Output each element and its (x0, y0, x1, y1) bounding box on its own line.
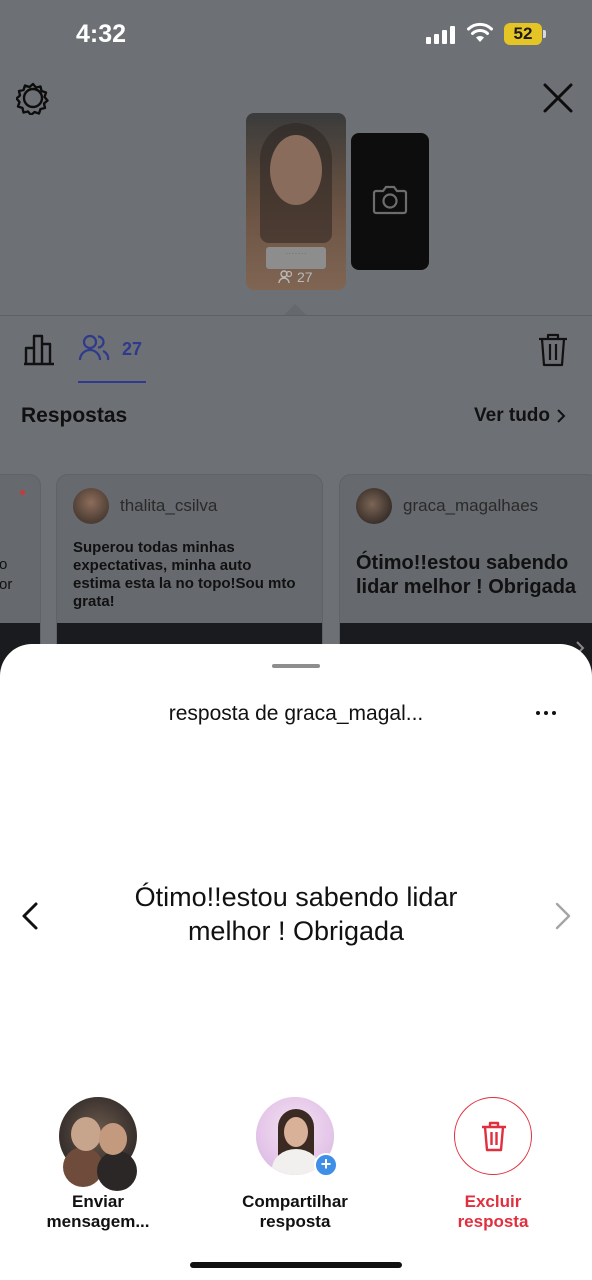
question-sticker: · · · · · · · (266, 247, 326, 269)
send-message-button[interactable]: Enviar mensagem... (18, 1097, 178, 1232)
people-icon (78, 334, 110, 361)
chevron-right-icon[interactable] (553, 901, 573, 931)
answer-bottom-sheet: resposta de graca_magal... Ótimo!!estou … (0, 644, 592, 1280)
avatar (356, 488, 392, 524)
delete-answer-label: Excluir resposta (457, 1192, 529, 1231)
avatar (73, 488, 109, 524)
battery-level: 52 (504, 23, 542, 45)
more-icon[interactable] (536, 711, 556, 715)
camera-icon (372, 185, 408, 215)
gear-icon[interactable] (16, 81, 50, 115)
answer-text: Ótimo!!estou sabendo lidar melhor ! Obri… (356, 552, 577, 598)
tab-viewers[interactable]: 27 (78, 333, 146, 383)
delete-answer-button[interactable]: Excluir resposta (413, 1097, 573, 1232)
plus-icon: + (314, 1153, 338, 1177)
avatar: + (256, 1097, 338, 1177)
chevron-left-icon[interactable] (20, 901, 40, 931)
answers-title: Respostas (21, 404, 128, 427)
camera-card[interactable] (351, 133, 429, 270)
story-viewers-count: 27 (297, 269, 313, 285)
chevron-right-icon (557, 409, 566, 423)
see-all-label: Ver tudo (474, 405, 551, 426)
close-icon[interactable] (542, 82, 574, 114)
status-time: 4:32 (76, 20, 127, 48)
answer-username: graca_magalhaes (403, 496, 539, 515)
send-message-label: Enviar mensagem... (46, 1192, 150, 1231)
avatar (59, 1097, 137, 1191)
bar-chart-icon[interactable] (22, 332, 56, 366)
battery-cap (543, 30, 546, 38)
story-thumbnail[interactable]: · · · · · · · 27 (246, 113, 346, 290)
status-bar: 4:32 52 (0, 0, 592, 70)
viewers-count: 27 (122, 339, 143, 359)
delete-circle (454, 1097, 532, 1175)
answer-text-full: Ótimo!!estou sabendo lidar melhor ! Obri… (134, 882, 458, 946)
share-answer-button[interactable]: + Compartilhar resposta (215, 1097, 375, 1232)
trash-icon[interactable] (538, 333, 568, 367)
trash-icon (482, 1121, 506, 1152)
sheet-title: resposta de graca_magal... (168, 702, 424, 725)
answer-text: Superou todas minhas expectativas, minha… (73, 539, 296, 610)
wifi-icon (467, 22, 493, 42)
people-icon (278, 270, 293, 284)
story-viewers: 27 (278, 269, 313, 285)
unread-dot (20, 490, 25, 495)
signal-icon (426, 26, 455, 44)
see-all-link[interactable]: Ver tudo (474, 405, 566, 427)
share-answer-label: Compartilhar resposta (242, 1192, 348, 1231)
sheet-grabber[interactable] (272, 664, 320, 668)
answer-username: thalita_csilva (120, 496, 218, 515)
divider (0, 315, 592, 316)
home-indicator[interactable] (190, 1262, 402, 1268)
